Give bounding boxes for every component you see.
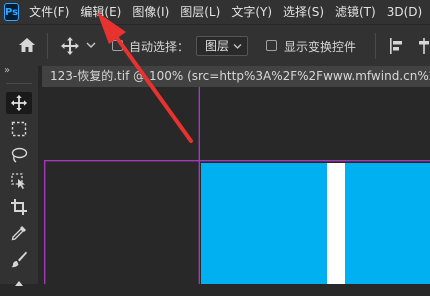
annotation-arrow bbox=[97, 12, 193, 143]
